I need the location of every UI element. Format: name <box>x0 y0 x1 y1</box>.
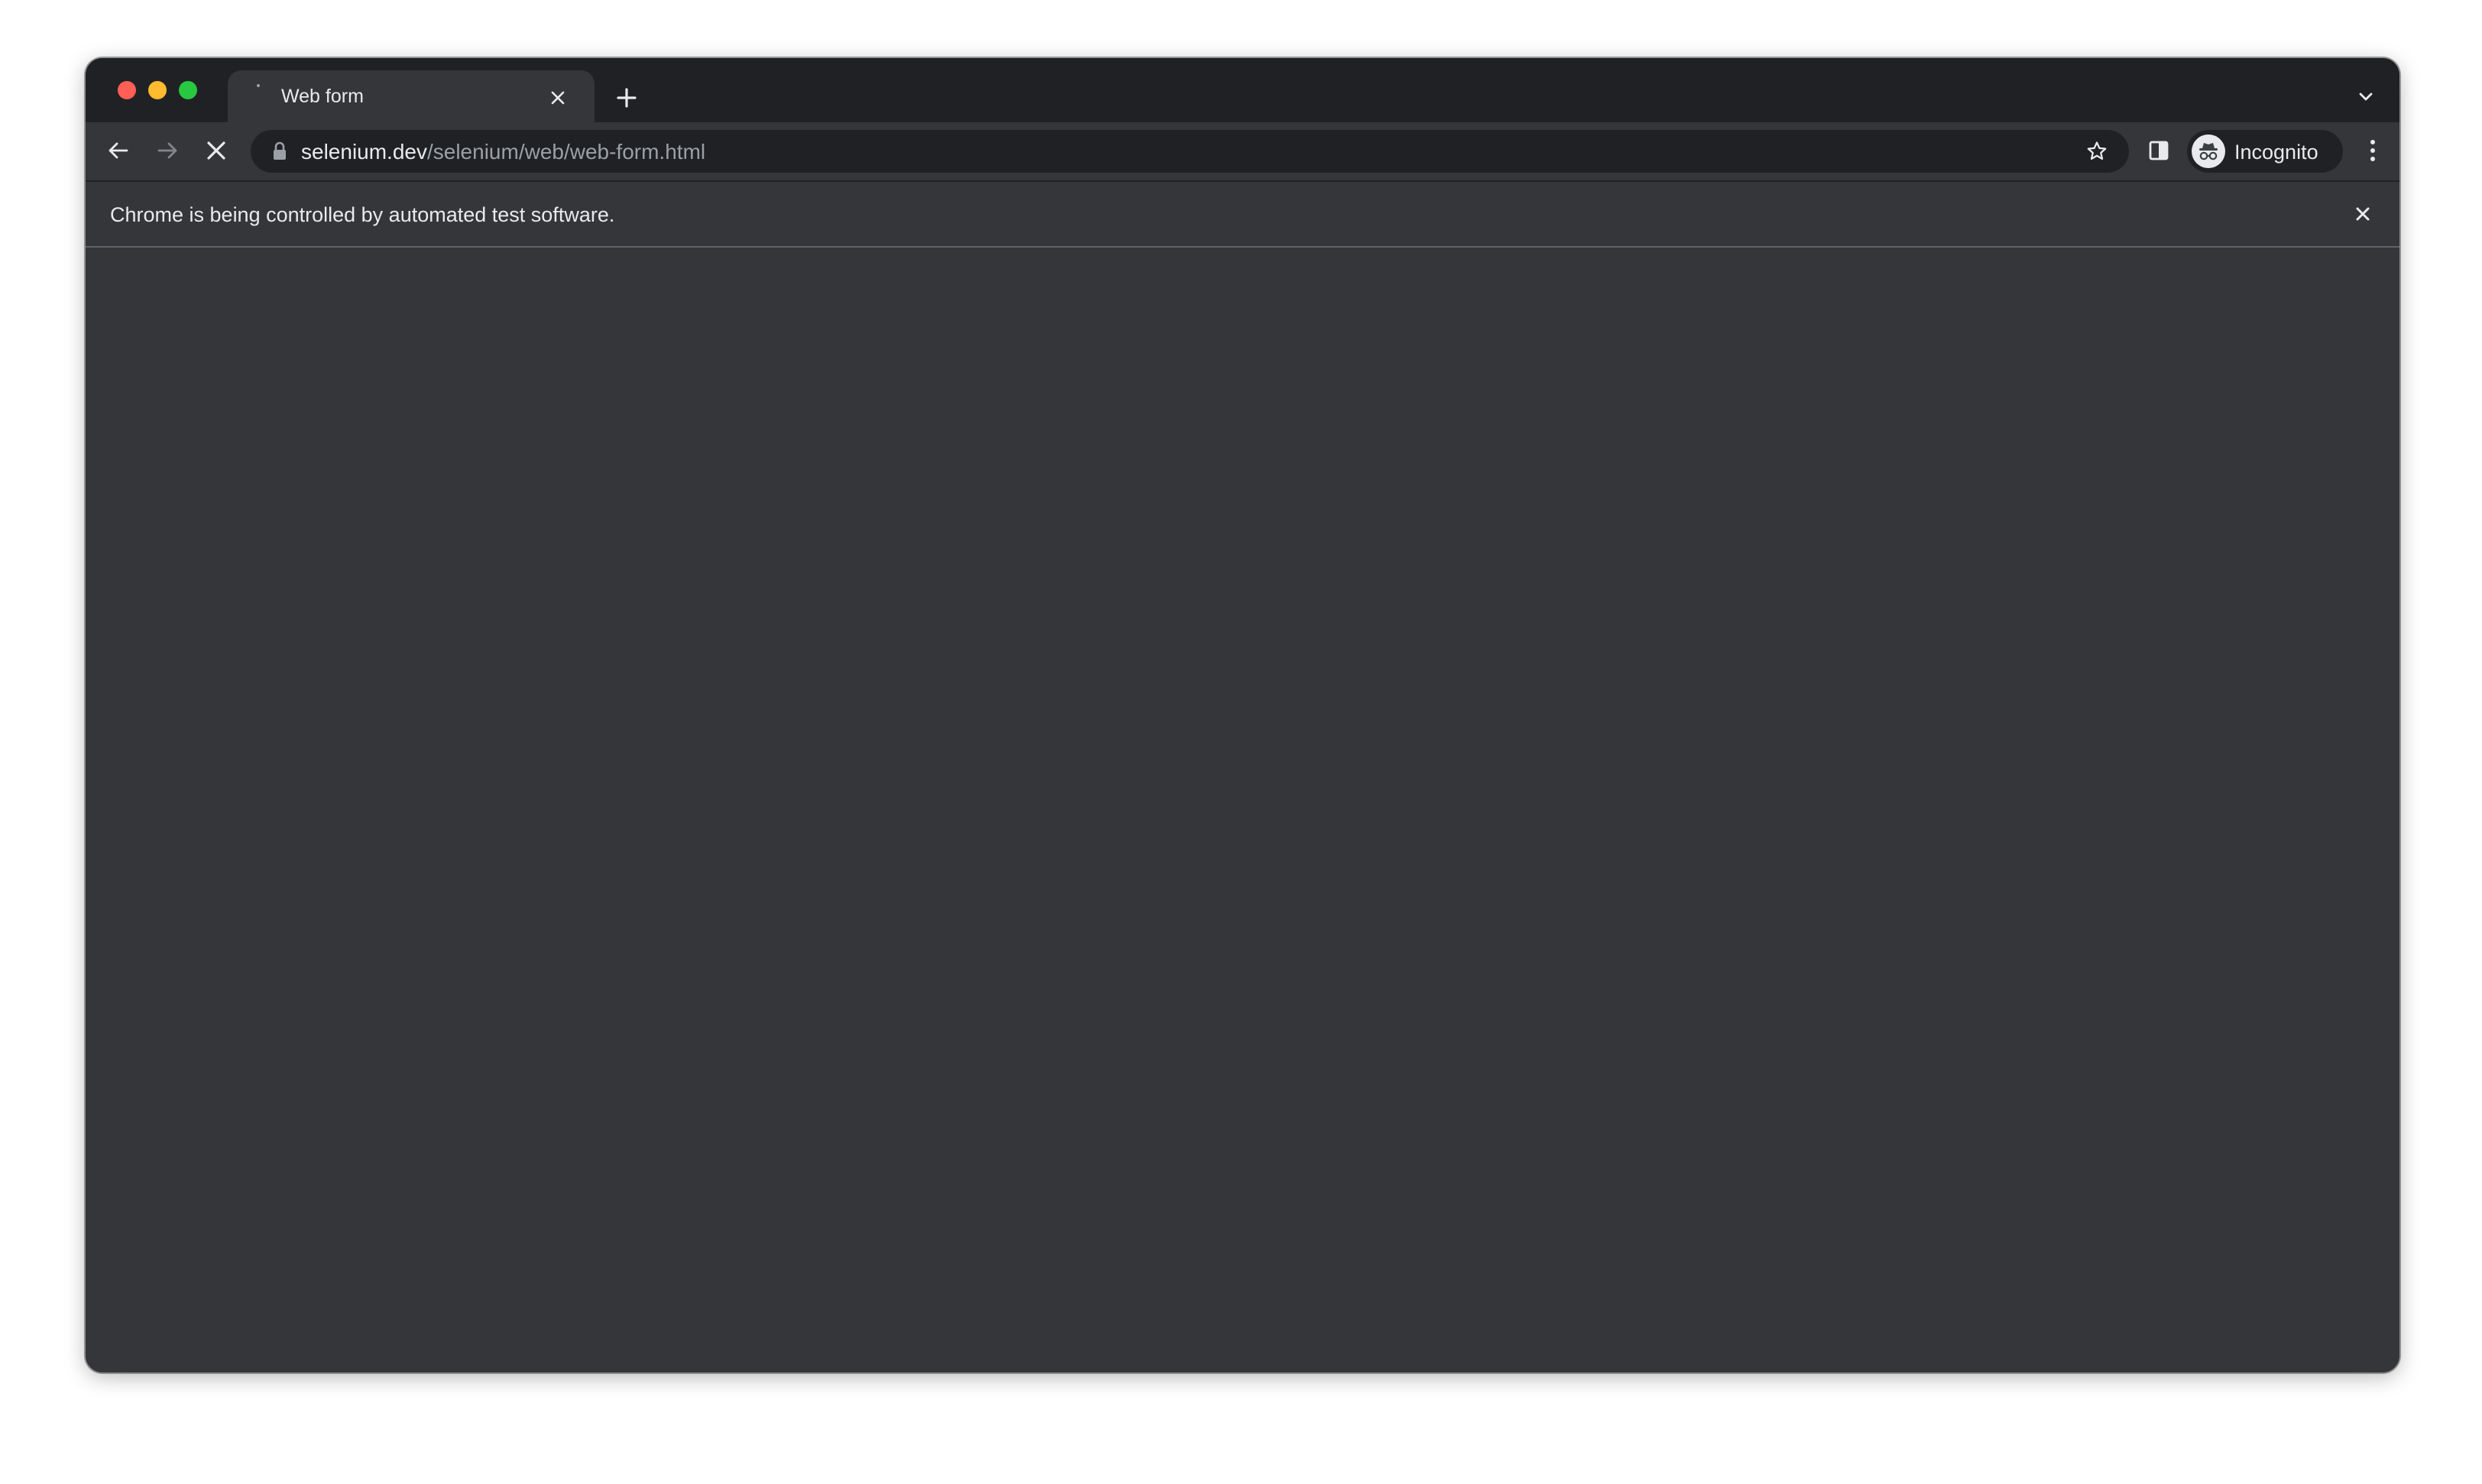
window-zoom-button[interactable] <box>179 81 197 99</box>
plus-icon <box>617 88 637 108</box>
url-host: selenium.dev <box>301 140 427 164</box>
forward-button[interactable] <box>150 133 185 168</box>
loading-dot-icon <box>257 84 260 87</box>
chevron-down-icon <box>2359 92 2373 101</box>
more-vert-icon <box>2370 140 2375 161</box>
back-button[interactable] <box>101 133 136 168</box>
tab-title: Web form <box>281 86 364 107</box>
close-icon <box>2356 207 2370 221</box>
url-path: /selenium/web/web-form.html <box>426 140 706 164</box>
infobar-close-button[interactable] <box>2348 199 2378 229</box>
incognito-icon <box>2199 143 2218 160</box>
side-panel-button[interactable] <box>2141 133 2176 168</box>
arrow-right-icon <box>157 142 177 159</box>
profile-button[interactable]: Incognito <box>2187 130 2343 173</box>
tab-search-button[interactable] <box>2351 81 2381 112</box>
new-tab-button[interactable] <box>610 81 643 115</box>
window-close-button[interactable] <box>118 81 136 99</box>
profile-label: Incognito <box>2234 141 2318 164</box>
close-icon <box>207 141 225 160</box>
side-panel-icon <box>2149 141 2169 160</box>
browser-window: Web form selenium.dev/selenium/web/web-f… <box>86 58 2399 1372</box>
address-bar[interactable]: selenium.dev/selenium/web/web-form.html <box>251 130 2129 173</box>
tab-strip: Web form <box>86 58 2399 122</box>
window-minimize-button[interactable] <box>148 81 167 99</box>
tab-close-button[interactable] <box>546 86 570 110</box>
infobar-message: Chrome is being controlled by automated … <box>110 203 615 226</box>
bookmark-button[interactable] <box>2082 136 2112 167</box>
tab-web-form[interactable]: Web form <box>228 70 595 122</box>
chrome-menu-button[interactable] <box>2355 133 2390 168</box>
close-icon <box>551 91 565 105</box>
arrow-left-icon <box>109 142 128 159</box>
page-content-area <box>86 249 2399 1372</box>
avatar <box>2192 134 2225 168</box>
stop-loading-button[interactable] <box>199 133 234 168</box>
toolbar: selenium.dev/selenium/web/web-form.html <box>86 122 2399 180</box>
star-icon <box>2087 141 2107 160</box>
automation-infobar: Chrome is being controlled by automated … <box>86 180 2399 248</box>
lock-icon[interactable] <box>271 141 289 162</box>
url-text[interactable]: selenium.dev/selenium/web/web-form.html <box>301 140 705 164</box>
